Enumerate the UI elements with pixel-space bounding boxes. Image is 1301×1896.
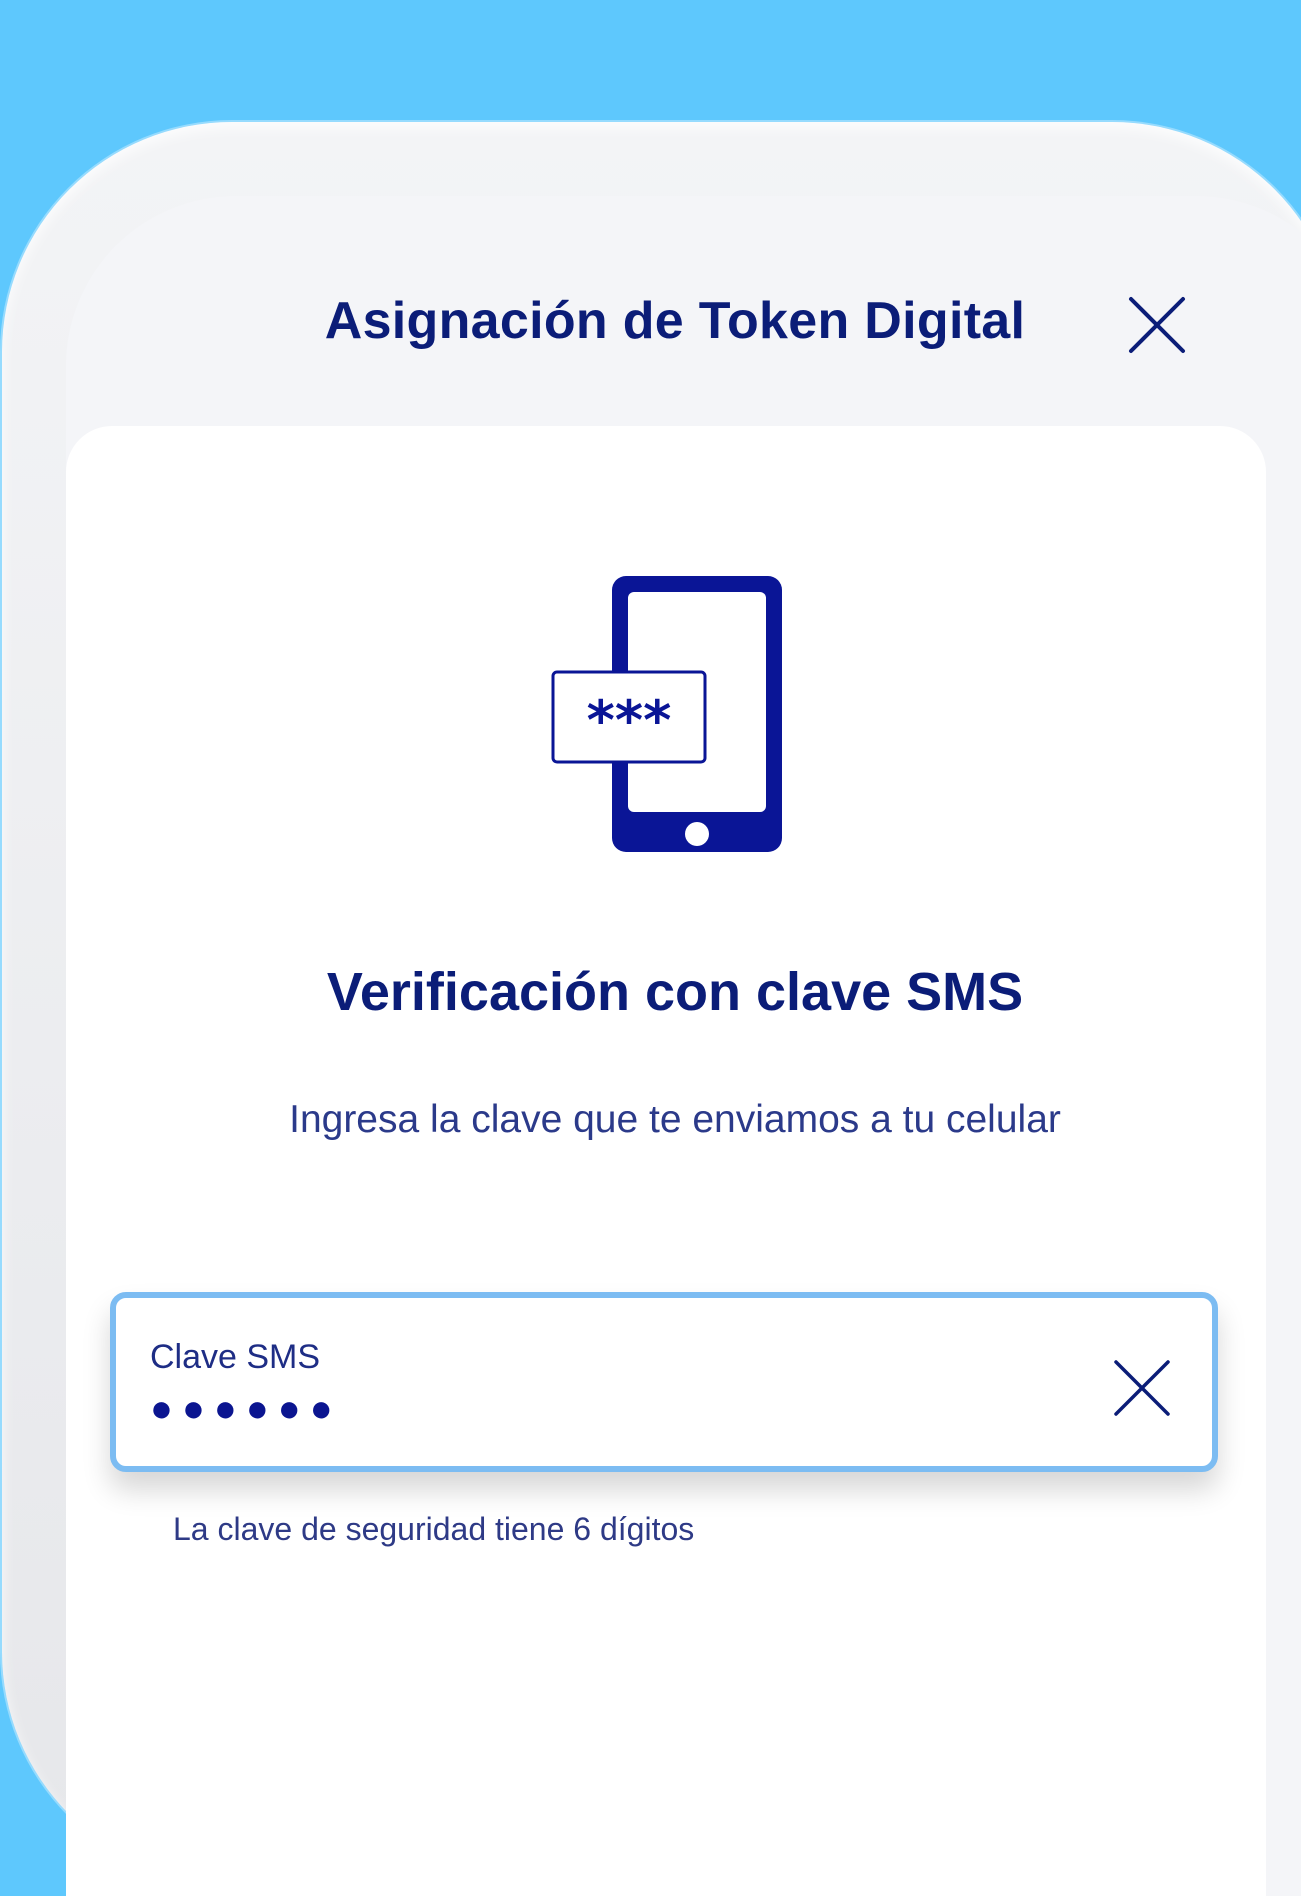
sms-field-label: Clave SMS [150,1338,321,1376]
clear-button[interactable] [1112,1358,1172,1418]
phone-sms-code-icon: *** [548,572,788,882]
app-screen: Asignación de Token Digital *** Verifica… [66,196,1301,1896]
subtitle: Verificación con clave SMS [326,962,1024,1022]
code-text: *** [587,689,672,752]
close-button[interactable] [1125,293,1189,357]
sms-code-input[interactable]: ●●●●●● [150,1390,342,1428]
clear-icon [1114,1360,1170,1416]
sms-code-field[interactable]: Clave SMS ●●●●●● [110,1292,1218,1472]
description: Ingresa la clave que te enviamos a tu ce… [289,1098,1061,1141]
app-header: Asignación de Token Digital [66,196,1266,428]
helper-text: La clave de seguridad tiene 6 dígitos [173,1511,695,1547]
close-icon [1129,297,1185,353]
page-title: Asignación de Token Digital [324,292,1026,350]
